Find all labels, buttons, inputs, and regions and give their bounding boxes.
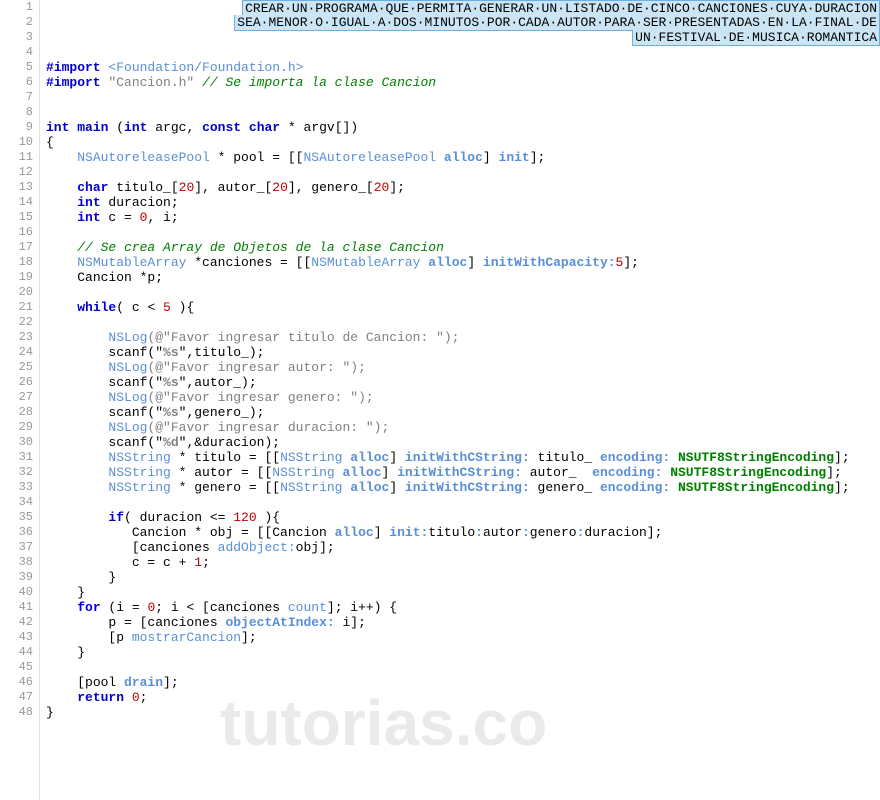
line-number: 42 [0, 615, 33, 630]
line-number: 46 [0, 675, 33, 690]
line-number: 12 [0, 165, 33, 180]
line-number: 4 [0, 45, 33, 60]
header-comment-line3: UN·FESTIVAL·DE·MUSICA·ROMANTICA [632, 30, 880, 46]
line-number: 33 [0, 480, 33, 495]
line-number: 5 [0, 60, 33, 75]
line-number: 36 [0, 525, 33, 540]
line-number: 34 [0, 495, 33, 510]
code-line: NSMutableArray *canciones = [[NSMutableA… [46, 255, 880, 270]
code-line: NSLog(@"Favor ingresar genero: "); [46, 390, 880, 405]
line-number: 11 [0, 150, 33, 165]
code-line: int duracion; [46, 195, 880, 210]
line-number-gutter: 1234567891011121314151617181920212223242… [0, 0, 40, 800]
line-number: 28 [0, 405, 33, 420]
code-line: NSString * genero = [[NSString alloc] in… [46, 480, 880, 495]
code-line: } [46, 585, 880, 600]
code-line: if( duracion <= 120 ){ [46, 510, 880, 525]
code-line: char titulo_[20], autor_[20], genero_[20… [46, 180, 880, 195]
line-number: 37 [0, 540, 33, 555]
line-number: 35 [0, 510, 33, 525]
code-line: #import "Cancion.h" // Se importa la cla… [46, 75, 880, 90]
line-number: 30 [0, 435, 33, 450]
line-number: 10 [0, 135, 33, 150]
line-number: 7 [0, 90, 33, 105]
code-line: int c = 0, i; [46, 210, 880, 225]
line-number: 41 [0, 600, 33, 615]
line-number: 31 [0, 450, 33, 465]
line-number: 40 [0, 585, 33, 600]
line-number: 18 [0, 255, 33, 270]
code-line [46, 315, 880, 330]
code-line: NSString * autor = [[NSString alloc] ini… [46, 465, 880, 480]
line-number: 26 [0, 375, 33, 390]
code-line: NSLog(@"Favor ingresar autor: "); [46, 360, 880, 375]
code-line: scanf("%s",autor_); [46, 375, 880, 390]
header-comment-line2: SEA·MENOR·O·IGUAL·A·DOS·MINUTOS·POR·CADA… [234, 15, 880, 31]
line-number: 20 [0, 285, 33, 300]
code-line: [p mostrarCancion]; [46, 630, 880, 645]
code-line: scanf("%d",&duracion); [46, 435, 880, 450]
line-number: 14 [0, 195, 33, 210]
line-number: 21 [0, 300, 33, 315]
code-line [46, 45, 880, 60]
code-line [46, 225, 880, 240]
line-number: 6 [0, 75, 33, 90]
code-area[interactable]: CREAR·UN·PROGRAMA·QUE·PERMITA·GENERAR·UN… [40, 0, 880, 800]
code-line: p = [canciones objectAtIndex: i]; [46, 615, 880, 630]
line-number: 45 [0, 660, 33, 675]
line-number: 29 [0, 420, 33, 435]
code-line: Cancion * obj = [[Cancion alloc] init:ti… [46, 525, 880, 540]
line-number: 32 [0, 465, 33, 480]
line-number: 9 [0, 120, 33, 135]
line-number: 23 [0, 330, 33, 345]
line-number: 8 [0, 105, 33, 120]
line-number: 3 [0, 30, 33, 45]
line-number: 13 [0, 180, 33, 195]
code-line [46, 660, 880, 675]
line-number: 44 [0, 645, 33, 660]
code-line [46, 90, 880, 105]
code-line: } [46, 705, 880, 720]
code-line [46, 495, 880, 510]
line-number: 38 [0, 555, 33, 570]
line-number: 19 [0, 270, 33, 285]
code-line: #import <Foundation/Foundation.h> [46, 60, 880, 75]
line-number: 27 [0, 390, 33, 405]
code-line [46, 105, 880, 120]
code-line: [canciones addObject:obj]; [46, 540, 880, 555]
code-line: for (i = 0; i < [canciones count]; i++) … [46, 600, 880, 615]
line-number: 43 [0, 630, 33, 645]
line-number: 22 [0, 315, 33, 330]
line-number: 39 [0, 570, 33, 585]
code-line: NSAutoreleasePool * pool = [[NSAutorelea… [46, 150, 880, 165]
code-line: scanf("%s",genero_); [46, 405, 880, 420]
code-editor: 1234567891011121314151617181920212223242… [0, 0, 880, 800]
code-line [46, 285, 880, 300]
code-line: } [46, 645, 880, 660]
code-line: { [46, 135, 880, 150]
line-number: 16 [0, 225, 33, 240]
code-line: while( c < 5 ){ [46, 300, 880, 315]
line-number: 17 [0, 240, 33, 255]
code-line: NSString * titulo = [[NSString alloc] in… [46, 450, 880, 465]
code-line: [pool drain]; [46, 675, 880, 690]
line-number: 48 [0, 705, 33, 720]
line-number: 25 [0, 360, 33, 375]
line-number: 2 [0, 15, 33, 30]
code-line: return 0; [46, 690, 880, 705]
line-number: 24 [0, 345, 33, 360]
code-line: Cancion *p; [46, 270, 880, 285]
code-line: } [46, 570, 880, 585]
code-line: scanf("%s",titulo_); [46, 345, 880, 360]
code-line: // Se crea Array de Objetos de la clase … [46, 240, 880, 255]
line-number: 1 [0, 0, 33, 15]
code-line: c = c + 1; [46, 555, 880, 570]
line-number: 47 [0, 690, 33, 705]
line-number: 15 [0, 210, 33, 225]
code-line: int main (int argc, const char * argv[]) [46, 120, 880, 135]
code-line: NSLog(@"Favor ingresar titulo de Cancion… [46, 330, 880, 345]
code-line: NSLog(@"Favor ingresar duracion: "); [46, 420, 880, 435]
code-line [46, 165, 880, 180]
